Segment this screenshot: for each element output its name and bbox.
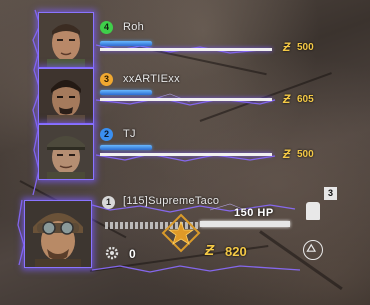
character-face-icon [39, 125, 93, 179]
star-rank-icon [161, 213, 201, 253]
player-portrait [38, 12, 94, 68]
rank-emblem [160, 212, 202, 254]
health-bar [200, 221, 290, 227]
health-value: 150 HP [234, 207, 274, 219]
character-face-icon [39, 69, 93, 123]
player-progress-bar [100, 153, 272, 156]
player-name: TJ [123, 128, 136, 140]
player-portrait [38, 124, 94, 180]
character-face-icon [39, 13, 93, 67]
player-row-3: 3 xxARTIExx Ƶ 605 [0, 66, 370, 124]
player-portrait [38, 68, 94, 124]
points-icon: Ƶ [283, 147, 291, 161]
player-number-badge: 3 [100, 73, 113, 86]
player-row-2: 2 TJ Ƶ 500 [0, 122, 370, 180]
self-name: [115]SupremeTaco [123, 195, 220, 207]
player-number-badge: 2 [100, 128, 113, 141]
self-points: 820 [225, 244, 247, 259]
player-health-bar [100, 41, 152, 46]
triangle-button-icon [303, 240, 323, 260]
player-health-bar [100, 90, 152, 95]
points-icon: Ƶ [283, 40, 291, 54]
player-row-4: 4 Roh Ƶ 500 [0, 10, 370, 68]
player-points: 605 [297, 94, 314, 105]
points-icon: Ƶ [205, 242, 215, 259]
player-progress-bar [100, 98, 272, 101]
player-name: xxARTIExx [123, 73, 180, 85]
points-icon: Ƶ [283, 92, 291, 106]
player-progress-bar [100, 48, 272, 51]
equipment-count: 3 [324, 187, 337, 200]
player-health-bar [100, 145, 152, 150]
player-number-badge: 4 [100, 21, 113, 34]
character-face-icon [25, 201, 91, 267]
salvage-count: 0 [129, 247, 136, 261]
player-name: Roh [123, 21, 145, 33]
equipment-icon [306, 202, 320, 220]
self-portrait [24, 200, 92, 268]
gear-icon [104, 245, 120, 261]
player-points: 500 [297, 149, 314, 160]
self-number-badge: 1 [102, 196, 115, 209]
self-player-panel: 1 [115]SupremeTaco 150 HP 0 Ƶ 820 3 [0, 187, 370, 300]
player-points: 500 [297, 42, 314, 53]
